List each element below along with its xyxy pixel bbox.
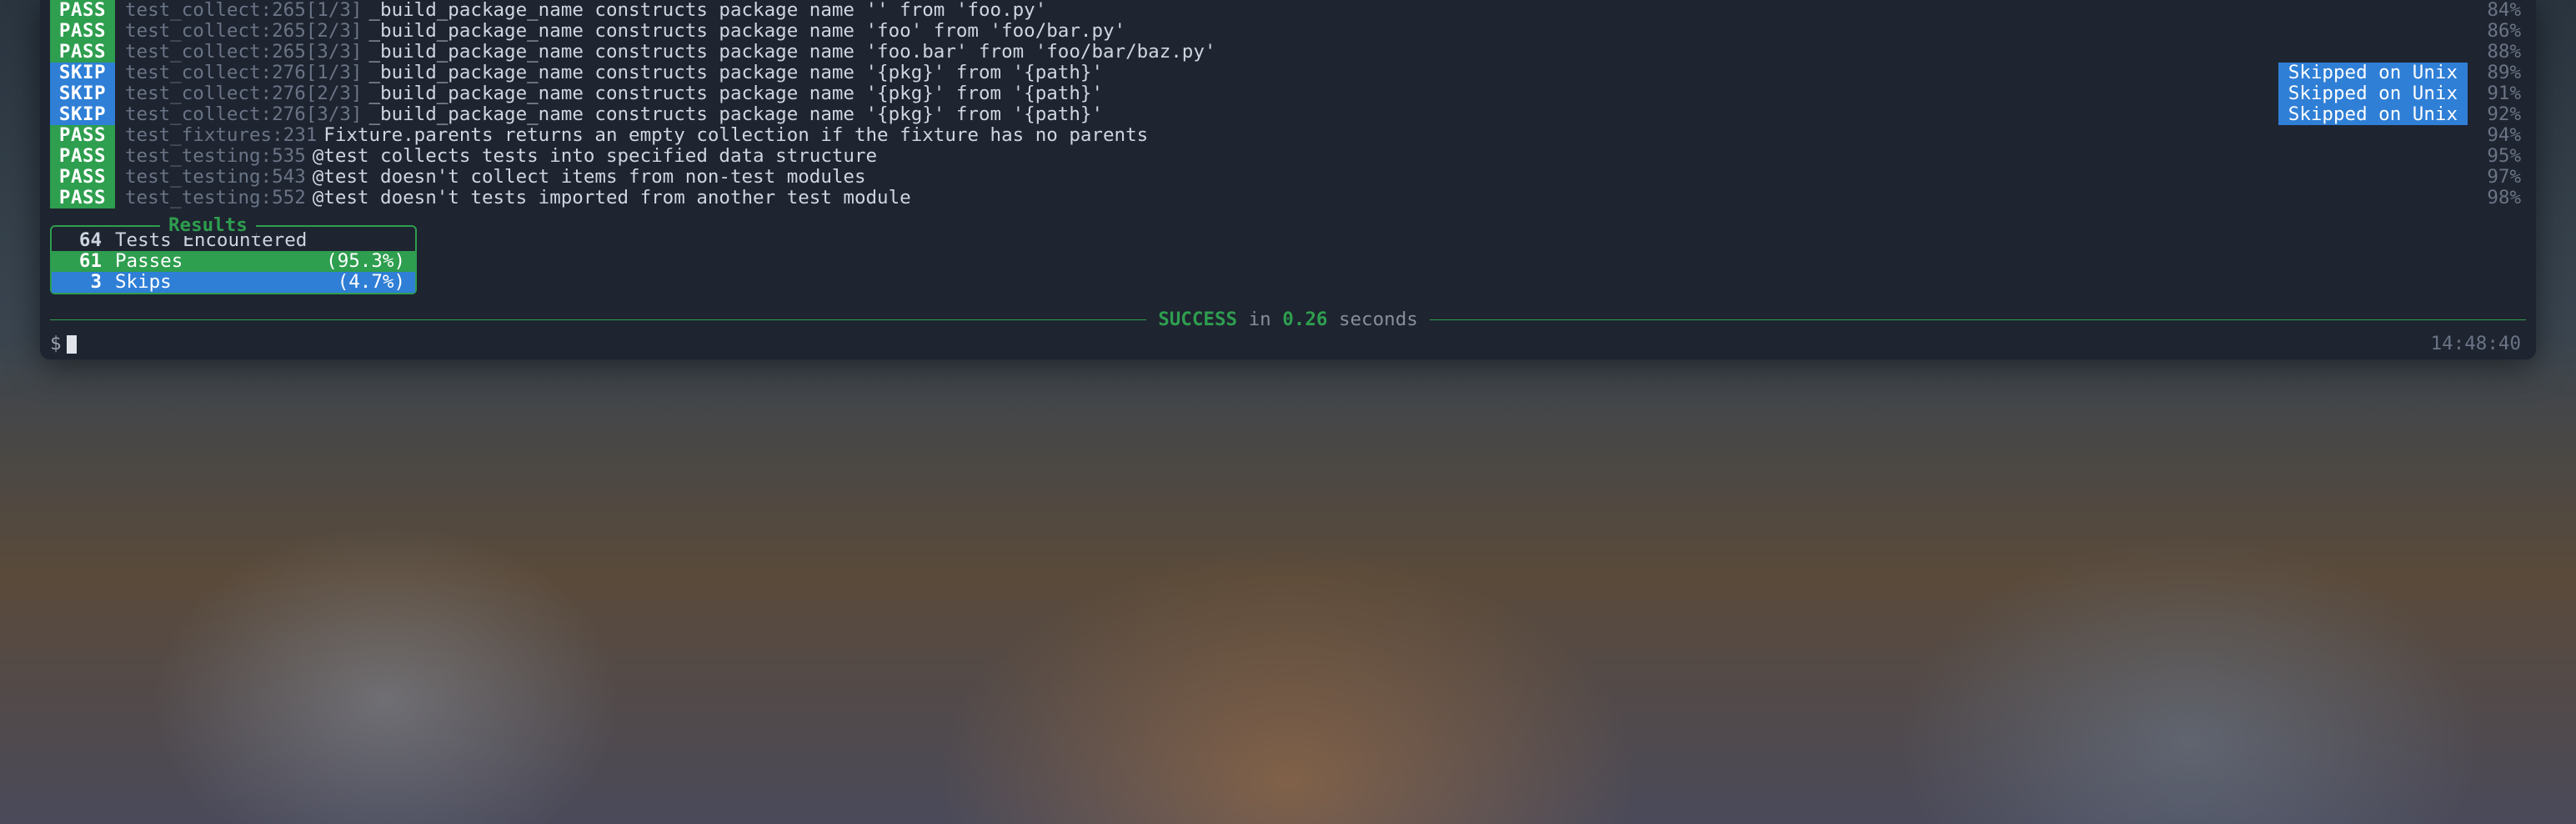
- desktop-background: PASS test_collect:265[1/3] _build_package_…: [0, 0, 2576, 824]
- test-row: PASS test_collect:265[2/3] _build_package_…: [40, 21, 2536, 42]
- test-description: @test doesn't collect items from non-tes…: [313, 167, 866, 188]
- skip-reason-badge: Skipped on Unix: [2278, 63, 2468, 83]
- pass-badge: PASS: [50, 0, 115, 21]
- test-description: _build_package_name constructs package n…: [368, 104, 1103, 125]
- skip-badge: SKIP: [50, 83, 115, 104]
- test-location: test_collect:276[2/3]: [125, 83, 362, 104]
- progress-pct: 84%: [2478, 0, 2536, 21]
- pass-badge: PASS: [50, 42, 115, 63]
- pass-badge: PASS: [50, 21, 115, 42]
- test-description: @test doesn't tests imported from anothe…: [313, 188, 911, 209]
- skip-badge: SKIP: [50, 63, 115, 83]
- progress-pct: 89%: [2478, 63, 2536, 83]
- test-description: _build_package_name constructs package n…: [368, 63, 1103, 83]
- progress-pct: 92%: [2478, 104, 2536, 125]
- test-row: PASS test_testing:552 @test doesn't tests …: [40, 188, 2536, 209]
- test-row: PASS test_testing:543 @test doesn't collec…: [40, 167, 2536, 188]
- results-passes-row: 61 Passes (95.3%): [52, 251, 415, 272]
- progress-pct: 97%: [2478, 167, 2536, 188]
- test-location: test_collect:276[1/3]: [125, 63, 362, 83]
- pass-badge: PASS: [50, 167, 115, 188]
- test-description: @test collects tests into specified data…: [313, 146, 877, 167]
- terminal-window[interactable]: PASS test_collect:265[1/3] _build_package_…: [40, 0, 2536, 359]
- test-location: test_collect:265[3/3]: [125, 42, 362, 63]
- results-panel: Results 64 Tests Encountered 61 Passes (…: [50, 225, 417, 294]
- progress-pct: 94%: [2478, 125, 2536, 146]
- test-location: test_fixtures:231: [125, 125, 317, 146]
- pass-badge: PASS: [50, 146, 115, 167]
- passes-pct: (95.3%): [326, 251, 408, 272]
- skips-count: 3: [58, 272, 102, 293]
- test-location: test_testing:552: [125, 188, 306, 209]
- test-row: SKIP test_collect:276[3/3] _build_package_…: [40, 104, 2536, 125]
- test-location: test_collect:276[3/3]: [125, 104, 362, 125]
- skips-label: Skips: [115, 272, 338, 293]
- skip-reason-badge: Skipped on Unix: [2278, 83, 2468, 104]
- results-title: Results: [160, 215, 256, 236]
- status-line: SUCCESS in 0.26 seconds: [40, 309, 2536, 330]
- test-location: test_collect:265[2/3]: [125, 21, 362, 42]
- skips-pct: (4.7%): [338, 272, 408, 293]
- skip-badge: SKIP: [50, 104, 115, 125]
- test-description: _build_package_name constructs package n…: [368, 0, 1046, 21]
- pass-badge: PASS: [50, 188, 115, 209]
- test-row: PASS test_collect:265[1/3] _build_package_…: [40, 0, 2536, 21]
- test-row: SKIP test_collect:276[1/3] _build_package_…: [40, 63, 2536, 83]
- cursor-icon: [67, 335, 77, 354]
- progress-pct: 98%: [2478, 188, 2536, 209]
- test-row: PASS test_testing:535 @test collects tests…: [40, 146, 2536, 167]
- encountered-count: 64: [58, 230, 102, 251]
- progress-pct: 91%: [2478, 83, 2536, 104]
- test-location: test_testing:543: [125, 167, 306, 188]
- clock: 14:48:40: [2431, 334, 2521, 354]
- test-description: _build_package_name constructs package n…: [368, 42, 1215, 63]
- encountered-label: Tests Encountered: [115, 230, 408, 251]
- status-text: SUCCESS in 0.26 seconds: [1146, 309, 1430, 330]
- test-row: PASS test_fixtures:231 Fixture.parents ret…: [40, 125, 2536, 146]
- test-location: test_collect:265[1/3]: [125, 0, 362, 21]
- prompt-line[interactable]: $ 14:48:40: [40, 334, 2536, 354]
- test-output-list: PASS test_collect:265[1/3] _build_package_…: [40, 0, 2536, 209]
- progress-pct: 86%: [2478, 21, 2536, 42]
- test-row: PASS test_collect:265[3/3] _build_package_…: [40, 42, 2536, 63]
- results-skips-row: 3 Skips (4.7%): [52, 272, 415, 293]
- progress-pct: 95%: [2478, 146, 2536, 167]
- passes-count: 61: [58, 251, 102, 272]
- rule-right: [1430, 319, 2526, 320]
- skip-reason-badge: Skipped on Unix: [2278, 104, 2468, 125]
- test-description: _build_package_name constructs package n…: [368, 21, 1125, 42]
- progress-pct: 88%: [2478, 42, 2536, 63]
- test-description: _build_package_name constructs package n…: [368, 83, 1103, 104]
- test-location: test_testing:535: [125, 146, 306, 167]
- test-description: Fixture.parents returns an empty collect…: [323, 125, 1148, 146]
- shell-prompt: $: [50, 334, 62, 354]
- rule-left: [50, 319, 1146, 320]
- test-row: SKIP test_collect:276[2/3] _build_package_…: [40, 83, 2536, 104]
- pass-badge: PASS: [50, 125, 115, 146]
- passes-label: Passes: [115, 251, 326, 272]
